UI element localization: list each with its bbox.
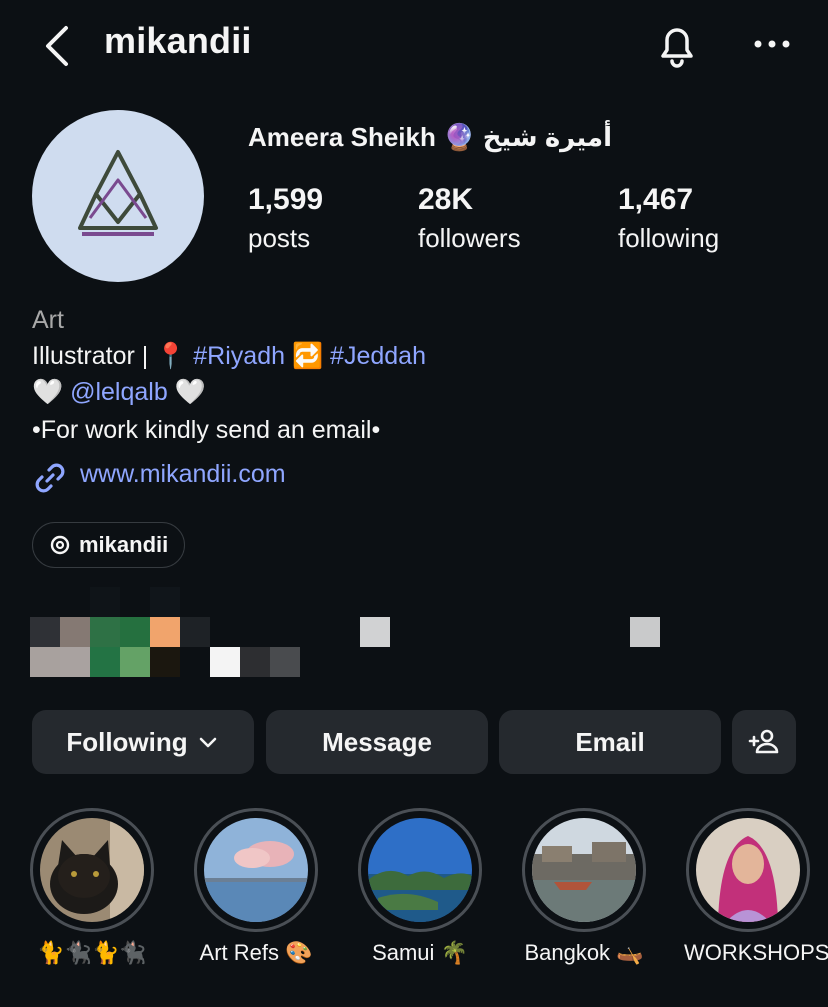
bio-text: 🔁 bbox=[285, 342, 331, 370]
website-link[interactable]: www.mikandii.com bbox=[80, 460, 286, 489]
highlight-label: Samui 🌴 bbox=[372, 940, 468, 965]
display-name: Ameera Sheikh 🔮 أميرة شيخ bbox=[248, 122, 612, 152]
hashtag-riyadh[interactable]: #Riyadh bbox=[193, 342, 285, 370]
chevron-down-icon bbox=[199, 737, 216, 748]
highlight-ring bbox=[686, 808, 810, 932]
following-button[interactable]: Following bbox=[32, 710, 254, 774]
email-button[interactable]: Email bbox=[499, 710, 721, 774]
back-icon[interactable] bbox=[38, 24, 78, 68]
highlight-cover-image bbox=[40, 818, 144, 922]
posts-count: 1,599 bbox=[248, 183, 324, 216]
link-icon bbox=[32, 460, 68, 496]
avatar[interactable] bbox=[32, 110, 204, 282]
posts-label: posts bbox=[248, 223, 311, 253]
suggested-accounts-button[interactable] bbox=[732, 710, 796, 774]
highlight-ring bbox=[30, 808, 154, 932]
highlight-cats[interactable]: 🐈🐈‍⬛🐈🐈‍⬛ bbox=[28, 808, 156, 966]
highlight-label: Art Refs 🎨 bbox=[199, 940, 313, 965]
following-count: 1,467 bbox=[618, 183, 694, 216]
bio-line-2: 🤍 @lelqalb 🤍 bbox=[32, 378, 206, 407]
mention-lelqalb[interactable]: @lelqalb bbox=[70, 378, 168, 406]
highlight-ring bbox=[522, 808, 646, 932]
highlight-cover-image bbox=[696, 818, 800, 922]
message-label: Message bbox=[322, 726, 432, 757]
highlight-cover-image bbox=[204, 818, 308, 922]
highlight-label: 🐈🐈‍⬛🐈🐈‍⬛ bbox=[37, 940, 147, 965]
highlight-label: WORKSHOPS bbox=[684, 940, 828, 965]
following-label: Following bbox=[66, 726, 188, 757]
highlight-cover-image bbox=[368, 818, 472, 922]
stat-followers[interactable]: 28K followers bbox=[418, 180, 521, 256]
highlight-workshops[interactable]: WORKSHOPS bbox=[684, 808, 828, 966]
bio-line-3: •For work kindly send an email• bbox=[32, 416, 381, 444]
highlight-ring bbox=[194, 808, 318, 932]
threads-badge[interactable]: mikandii bbox=[32, 522, 186, 568]
highlight-bangkok[interactable]: Bangkok 🛶 bbox=[520, 808, 648, 966]
bio-line-1: Illustrator | 📍 #Riyadh 🔁 #Jeddah bbox=[32, 342, 426, 371]
bio-text: 🤍 bbox=[32, 378, 71, 406]
message-button[interactable]: Message bbox=[266, 710, 488, 774]
highlight-samui[interactable]: Samui 🌴 bbox=[356, 808, 484, 966]
more-options-icon[interactable] bbox=[750, 26, 794, 62]
bio-text: 🤍 bbox=[167, 378, 206, 406]
email-label: Email bbox=[575, 726, 645, 757]
hashtag-jeddah[interactable]: #Jeddah bbox=[330, 342, 426, 370]
profile-handle: mikandii bbox=[104, 20, 252, 61]
notification-bell-icon[interactable] bbox=[653, 20, 701, 70]
followers-label: followers bbox=[418, 223, 521, 253]
followers-count: 28K bbox=[418, 183, 474, 216]
threads-label: mikandii bbox=[79, 532, 169, 557]
following-label: following bbox=[618, 223, 720, 253]
highlight-label: Bangkok 🛶 bbox=[524, 940, 644, 965]
add-person-icon bbox=[748, 729, 779, 754]
highlight-cover-image bbox=[532, 818, 636, 922]
category-label: Art bbox=[32, 306, 64, 334]
highlight-art-refs[interactable]: Art Refs 🎨 bbox=[192, 808, 320, 966]
bio-text: Illustrator | 📍 bbox=[32, 342, 194, 370]
highlight-ring bbox=[358, 808, 482, 932]
threads-icon bbox=[50, 535, 70, 555]
stat-posts[interactable]: 1,599 posts bbox=[248, 180, 323, 256]
stat-following[interactable]: 1,467 following bbox=[618, 180, 719, 256]
